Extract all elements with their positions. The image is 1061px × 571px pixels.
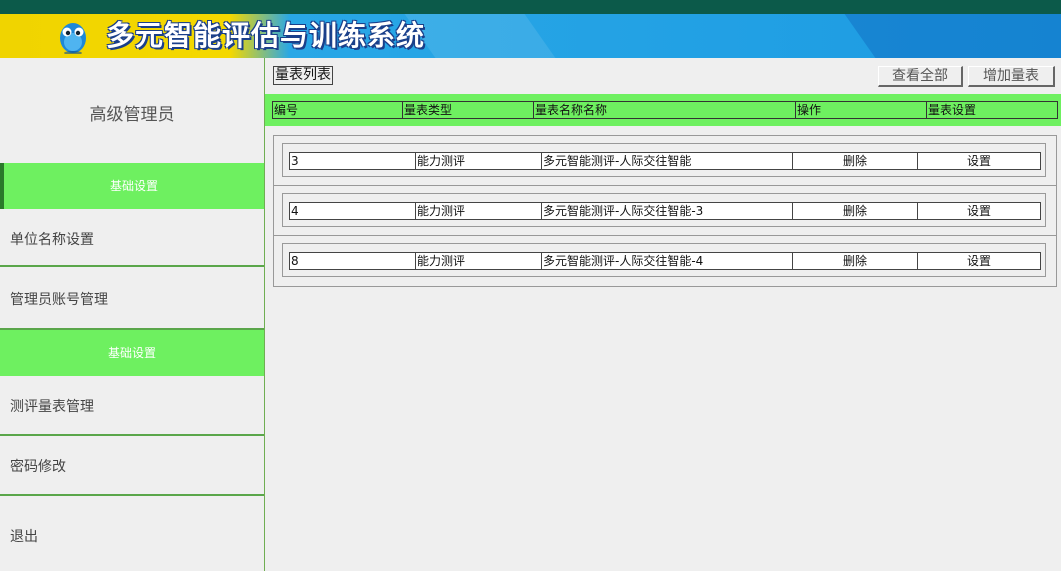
- cell-name: 多元智能测评-人际交往智能: [542, 153, 793, 169]
- settings-link[interactable]: 设置: [918, 253, 1040, 269]
- column-header-id: 编号: [273, 102, 403, 118]
- view-all-button[interactable]: 查看全部: [878, 66, 963, 87]
- sidebar-item-admin-accounts[interactable]: 管理员账号管理: [0, 269, 264, 330]
- cell-type: 能力测评: [416, 253, 542, 269]
- column-header-setting: 量表设置: [928, 103, 977, 117]
- cell-name: 多元智能测评-人际交往智能-3: [542, 203, 793, 219]
- add-scale-button[interactable]: 增加量表: [968, 66, 1055, 87]
- settings-link[interactable]: 设置: [918, 153, 1040, 169]
- delete-link[interactable]: 删除: [793, 253, 918, 269]
- sidebar-item-label: 单位名称设置: [10, 232, 94, 248]
- sidebar: 高级管理员 基础设置 单位名称设置 管理员账号管理 基础设置 测评量表管理 密码…: [0, 58, 265, 571]
- settings-link[interactable]: 设置: [918, 203, 1040, 219]
- sidebar-item-unit-name[interactable]: 单位名称设置: [0, 209, 264, 267]
- cell-id: 8: [290, 253, 416, 269]
- top-strip: [0, 0, 1061, 14]
- cell-id: 4: [290, 203, 416, 219]
- table-row: 4 能力测评 多元智能测评-人际交往智能-3 删除 设置: [274, 186, 1056, 236]
- section-header-basic-settings-2[interactable]: 基础设置: [0, 330, 264, 376]
- sidebar-item-label: 退出: [10, 529, 38, 545]
- column-header-type: 量表类型: [403, 102, 534, 118]
- column-header-action: 操作: [796, 102, 927, 118]
- table-row: 8 能力测评 多元智能测评-人际交往智能-4 删除 设置: [274, 236, 1056, 286]
- delete-link[interactable]: 删除: [793, 153, 918, 169]
- table-header-row: 编号 量表类型 量表名称名称 操作 量表设置: [272, 101, 1058, 119]
- section-header-basic-settings[interactable]: 基础设置: [0, 163, 264, 209]
- cell-type: 能力测评: [416, 203, 542, 219]
- blue-mascot-icon: [60, 23, 86, 54]
- column-header-name: 量表名称名称: [534, 102, 796, 118]
- sidebar-item-scale-management[interactable]: 测评量表管理: [0, 376, 264, 436]
- table-row: 3 能力测评 多元智能测评-人际交往智能 删除 设置: [274, 136, 1056, 186]
- scale-list-title: 量表列表: [273, 66, 333, 85]
- cell-name: 多元智能测评-人际交往智能-4: [542, 253, 793, 269]
- table-header-band: 编号 量表类型 量表名称名称 操作 量表设置: [265, 94, 1061, 126]
- cell-type: 能力测评: [416, 153, 542, 169]
- header-banner: 多元智能评估与训练系统: [0, 14, 1061, 58]
- sidebar-item-label: 密码修改: [10, 459, 66, 475]
- sidebar-item-logout[interactable]: 退出: [0, 496, 264, 571]
- sidebar-item-change-password[interactable]: 密码修改: [0, 436, 264, 496]
- role-label: 高级管理员: [89, 105, 175, 125]
- app-title: 多元智能评估与训练系统: [106, 19, 426, 52]
- sidebar-item-label: 管理员账号管理: [10, 292, 108, 308]
- cell-id: 3: [290, 153, 416, 169]
- scale-list: 3 能力测评 多元智能测评-人际交往智能 删除 设置 4 能力测评 多元智能测评…: [273, 135, 1057, 287]
- role-panel: 高级管理员: [0, 58, 264, 163]
- main-content: 量表列表 查看全部 增加量表 编号 量表类型 量表名称名称 操作 量表设置 3 …: [265, 58, 1061, 571]
- sidebar-item-label: 测评量表管理: [10, 399, 94, 415]
- delete-link[interactable]: 删除: [793, 203, 918, 219]
